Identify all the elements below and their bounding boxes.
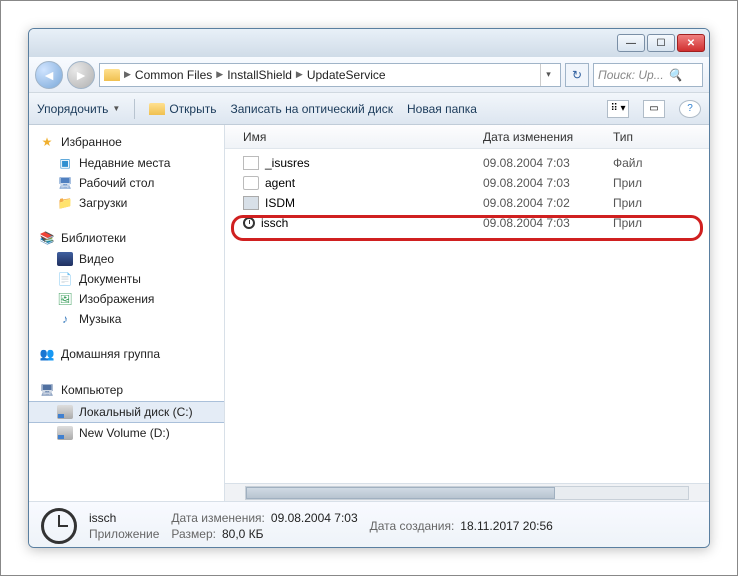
maximize-button[interactable]: ☐ <box>647 34 675 52</box>
file-row[interactable]: _isusres 09.08.2004 7:03 Файл <box>239 153 695 173</box>
application-icon <box>243 196 259 210</box>
chevron-right-icon: ▶ <box>216 69 223 80</box>
chevron-right-icon: ▶ <box>124 69 131 80</box>
scrollbar-thumb[interactable] <box>246 487 555 499</box>
explorer-window: — ☐ ✕ ◄ ► ▶ Common Files ▶ InstallShield… <box>28 28 710 548</box>
recent-icon: ▣ <box>57 156 73 170</box>
clock-icon <box>243 217 255 229</box>
details-pane: issch Приложение Дата изменения:09.08.20… <box>29 501 709 548</box>
back-button[interactable]: ◄ <box>35 61 63 89</box>
titlebar: — ☐ ✕ <box>29 29 709 57</box>
body-area: ★Избранное ▣Недавние места 🖥Рабочий стол… <box>29 125 709 501</box>
folder-icon <box>104 69 120 81</box>
chevron-right-icon: ▶ <box>296 69 303 80</box>
tree-item-downloads[interactable]: 📁Загрузки <box>29 193 224 213</box>
burn-button[interactable]: Записать на оптический диск <box>230 102 393 116</box>
breadcrumb-item[interactable]: InstallShield <box>227 68 292 82</box>
tree-item-recent[interactable]: ▣Недавние места <box>29 153 224 173</box>
separator <box>134 99 135 119</box>
tree-item-documents[interactable]: 📄Документы <box>29 269 224 289</box>
column-headers[interactable]: Имя Дата изменения Тип <box>225 125 709 149</box>
column-type[interactable]: Тип <box>613 130 709 144</box>
file-row[interactable]: ISDM 09.08.2004 7:02 Прил <box>239 193 695 213</box>
file-icon <box>243 156 259 170</box>
favorites-group[interactable]: ★Избранное <box>29 131 224 153</box>
agent-icon <box>243 176 259 190</box>
clock-icon <box>41 508 77 544</box>
folder-icon <box>149 103 165 115</box>
search-placeholder: Поиск: Up... <box>598 68 664 82</box>
document-icon: 📄 <box>57 272 73 286</box>
file-row[interactable]: agent 09.08.2004 7:03 Прил <box>239 173 695 193</box>
video-icon <box>57 252 73 266</box>
libraries-icon: 📚 <box>39 231 55 245</box>
computer-icon: 🖥 <box>39 383 55 397</box>
forward-button[interactable]: ► <box>67 61 95 89</box>
libraries-group[interactable]: 📚Библиотеки <box>29 227 224 249</box>
tree-item-disk-c[interactable]: Локальный диск (C:) <box>29 401 224 423</box>
disk-icon <box>57 405 73 419</box>
tree-item-videos[interactable]: Видео <box>29 249 224 269</box>
search-icon: 🔍 <box>668 68 683 82</box>
homegroup-group[interactable]: 👥Домашняя группа <box>29 343 224 365</box>
breadcrumb-item[interactable]: UpdateService <box>307 68 386 82</box>
file-row[interactable]: issch 09.08.2004 7:03 Прил <box>239 213 695 233</box>
refresh-button[interactable]: ↻ <box>565 63 589 87</box>
desktop-icon: 🖥 <box>57 176 73 190</box>
preview-pane-button[interactable]: ▭ <box>643 100 665 118</box>
picture-icon: 🖼 <box>57 292 73 306</box>
help-button[interactable]: ? <box>679 100 701 118</box>
tree-item-desktop[interactable]: 🖥Рабочий стол <box>29 173 224 193</box>
column-modified[interactable]: Дата изменения <box>483 130 613 144</box>
navigation-tree[interactable]: ★Избранное ▣Недавние места 🖥Рабочий стол… <box>29 125 225 501</box>
computer-group[interactable]: 🖥Компьютер <box>29 379 224 401</box>
open-button[interactable]: Открыть <box>149 102 216 116</box>
navigation-bar: ◄ ► ▶ Common Files ▶ InstallShield ▶ Upd… <box>29 57 709 93</box>
minimize-button[interactable]: — <box>617 34 645 52</box>
file-list[interactable]: _isusres 09.08.2004 7:03 Файл agent 09.0… <box>225 149 709 483</box>
tree-item-disk-d[interactable]: New Volume (D:) <box>29 423 224 443</box>
view-options-button[interactable]: ⠿ ▾ <box>607 100 629 118</box>
address-dropdown[interactable]: ▾ <box>540 64 556 86</box>
download-icon: 📁 <box>57 196 73 210</box>
horizontal-scrollbar[interactable] <box>225 483 709 501</box>
address-bar[interactable]: ▶ Common Files ▶ InstallShield ▶ UpdateS… <box>99 63 561 87</box>
organize-button[interactable]: Упорядочить▼ <box>37 102 120 116</box>
tree-item-pictures[interactable]: 🖼Изображения <box>29 289 224 309</box>
search-input[interactable]: Поиск: Up... 🔍 <box>593 63 703 87</box>
file-area: Имя Дата изменения Тип _isusres 09.08.20… <box>225 125 709 501</box>
homegroup-icon: 👥 <box>39 347 55 361</box>
details-kind: Приложение <box>89 527 159 541</box>
new-folder-button[interactable]: Новая папка <box>407 102 477 116</box>
disk-icon <box>57 426 73 440</box>
close-button[interactable]: ✕ <box>677 34 705 52</box>
details-filename: issch <box>89 511 159 525</box>
column-name[interactable]: Имя <box>243 130 483 144</box>
star-icon: ★ <box>39 135 55 149</box>
breadcrumb-item[interactable]: Common Files <box>135 68 212 82</box>
toolbar: Упорядочить▼ Открыть Записать на оптичес… <box>29 93 709 125</box>
tree-item-music[interactable]: ♪Музыка <box>29 309 224 329</box>
music-icon: ♪ <box>57 312 73 326</box>
